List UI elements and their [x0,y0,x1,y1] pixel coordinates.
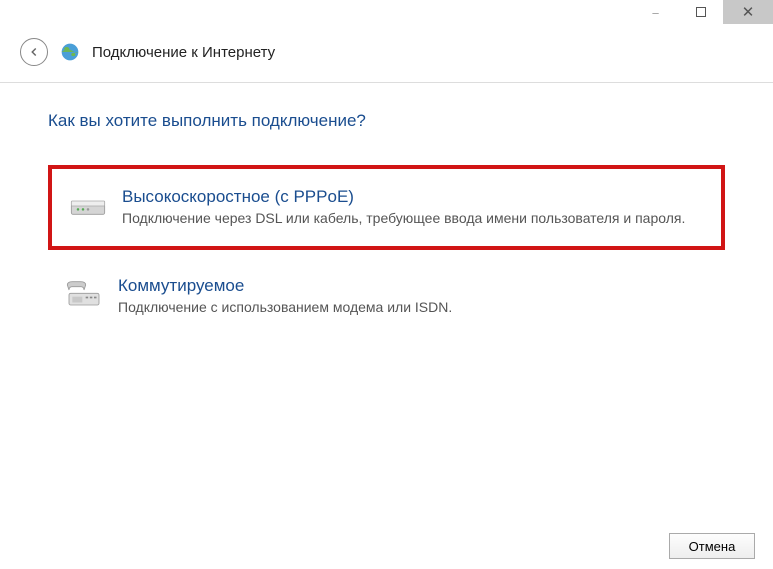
globe-icon [60,42,80,62]
wizard-question: Как вы хотите выполнить подключение? [48,111,725,131]
connection-options: Высокоскоростное (с PPPoE) Подключение ч… [48,165,725,331]
close-button[interactable]: ✕ [723,0,773,24]
cancel-button[interactable]: Отмена [669,533,755,559]
back-button[interactable] [20,38,48,66]
option-description: Подключение с использованием модема или … [118,298,452,317]
option-title: Коммутируемое [118,276,452,296]
phone-modem-icon [64,278,104,312]
option-dialup[interactable]: Коммутируемое Подключение с использовани… [48,262,725,331]
option-broadband-pppoe[interactable]: Высокоскоростное (с PPPoE) Подключение ч… [48,165,725,250]
wizard-title: Подключение к Интернету [92,44,275,61]
option-title: Высокоскоростное (с PPPoE) [122,187,685,207]
maximize-button[interactable] [678,0,723,24]
wizard-footer: Отмена [669,533,755,559]
window-controls: _ ✕ [633,0,773,24]
close-icon: ✕ [742,3,755,21]
option-text: Высокоскоростное (с PPPoE) Подключение ч… [122,187,685,228]
titlebar: _ ✕ [0,0,773,28]
option-description: Подключение через DSL или кабель, требую… [122,209,685,228]
maximize-icon [696,7,706,17]
minimize-button[interactable]: _ [633,0,678,24]
wizard-content: Как вы хотите выполнить подключение? Выс… [0,82,773,351]
minimize-icon: _ [652,3,658,15]
option-text: Коммутируемое Подключение с использовани… [118,276,452,317]
arrow-left-icon [27,45,41,59]
modem-icon [68,189,108,223]
wizard-header: Подключение к Интернету [0,28,773,82]
